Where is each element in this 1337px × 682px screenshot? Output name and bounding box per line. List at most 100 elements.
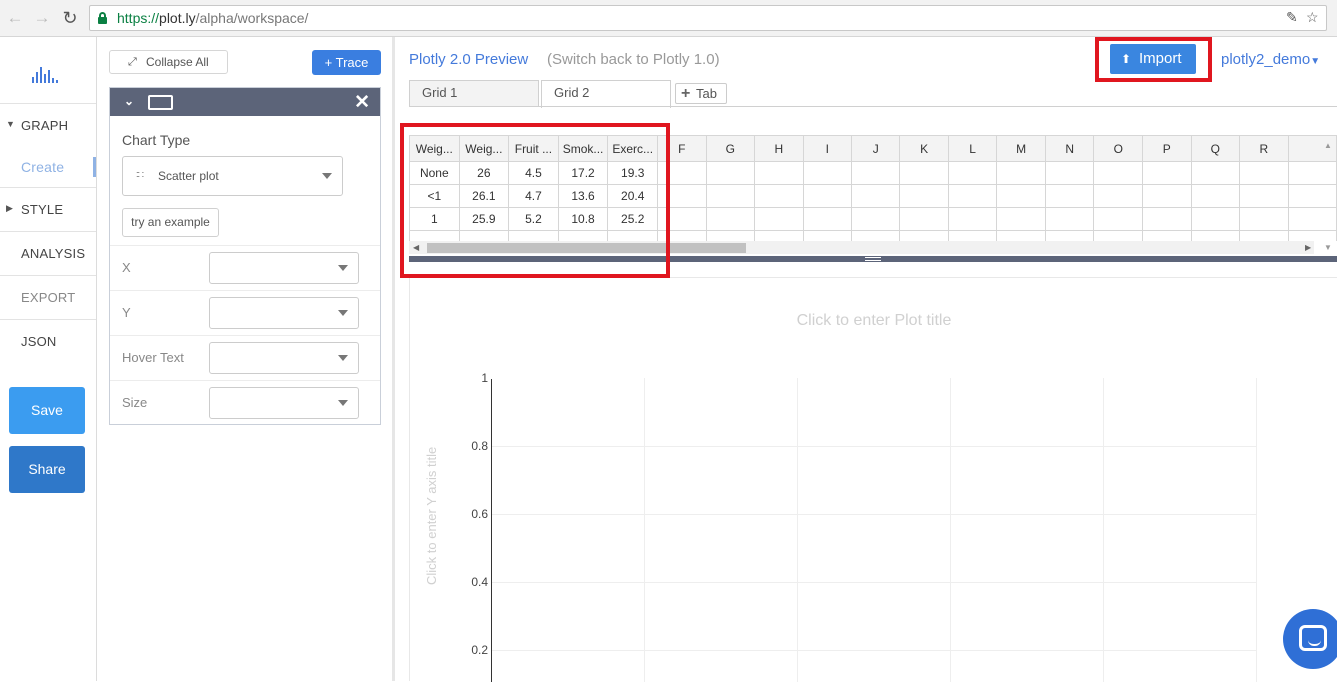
nav-export[interactable]: EXPORT	[0, 275, 96, 319]
address-bar[interactable]: https://plot.ly/alpha/workspace/ ✎ ☆	[89, 5, 1327, 31]
nav-graph[interactable]: ▼ GRAPH	[0, 103, 96, 147]
grid-cell[interactable]	[1287, 230, 1337, 241]
grid-cell[interactable]	[1239, 207, 1289, 231]
grid-cell[interactable]	[1142, 230, 1192, 241]
grid-cell[interactable]	[1239, 184, 1289, 208]
scroll-right-icon[interactable]: ▶	[1305, 241, 1311, 254]
grid-cell[interactable]	[899, 230, 949, 241]
grid-cell[interactable]	[1044, 161, 1095, 185]
nav-analysis[interactable]: ANALYSIS	[0, 231, 96, 275]
switch-back-link[interactable]: (Switch back to Plotly 1.0)	[547, 51, 720, 68]
grid-cell[interactable]	[850, 230, 901, 241]
column-header[interactable]: I	[802, 135, 852, 162]
plot-title-placeholder[interactable]: Click to enter Plot title	[410, 312, 1337, 330]
grid-cell[interactable]	[996, 161, 1046, 185]
plotly-logo-icon[interactable]	[32, 63, 60, 83]
grid-cell[interactable]	[1093, 230, 1144, 241]
nav-json[interactable]: JSON	[0, 319, 96, 363]
reload-icon[interactable]: ↻	[60, 8, 80, 28]
grid-cell[interactable]	[947, 161, 998, 185]
grid-cell[interactable]	[1239, 161, 1289, 185]
grid-cell[interactable]	[705, 184, 756, 208]
grid-cell[interactable]	[850, 207, 901, 231]
chevron-down-icon[interactable]: ⌄	[124, 94, 134, 108]
grid-cell[interactable]	[996, 230, 1046, 241]
grid-cell[interactable]	[1190, 184, 1241, 208]
grid-cell[interactable]	[899, 207, 949, 231]
size-select[interactable]	[209, 387, 359, 419]
plot-area[interactable]: Click to enter Plot title Click to enter…	[409, 277, 1337, 682]
column-header[interactable]: M	[996, 135, 1046, 162]
paint-brush-icon[interactable]: ✎	[1286, 9, 1298, 26]
grid-cell[interactable]	[754, 184, 804, 208]
grid-cell[interactable]	[1142, 184, 1192, 208]
y-axis-title-placeholder[interactable]: Click to enter Y axis title	[424, 447, 439, 585]
tab-grid-1[interactable]: Grid 1	[409, 80, 539, 106]
grid-cell[interactable]	[1287, 161, 1337, 185]
grid-cell[interactable]	[754, 161, 804, 185]
grid-cell[interactable]	[802, 161, 852, 185]
column-header[interactable]: Q	[1190, 135, 1241, 162]
grid-cell[interactable]	[850, 184, 901, 208]
grid-cell[interactable]	[1093, 184, 1144, 208]
grid-cell[interactable]	[1190, 207, 1241, 231]
trace-card-header[interactable]: ⌄ ✕	[110, 88, 380, 116]
grid-cell[interactable]	[754, 207, 804, 231]
nav-style[interactable]: ▶ STYLE	[0, 187, 96, 231]
chat-widget[interactable]	[1283, 609, 1337, 669]
hover-text-select[interactable]	[209, 342, 359, 374]
grid-cell[interactable]	[1044, 184, 1095, 208]
share-button[interactable]: Share	[9, 446, 85, 493]
scroll-up-icon[interactable]: ▲	[1324, 141, 1332, 150]
grid-cell[interactable]	[1093, 161, 1144, 185]
forward-arrow-icon[interactable]: →	[32, 8, 52, 28]
tab-grid-2[interactable]: Grid 2	[541, 80, 671, 108]
back-arrow-icon[interactable]: ←	[5, 8, 25, 28]
grid-cell[interactable]	[802, 230, 852, 241]
column-header[interactable]: G	[705, 135, 756, 162]
y-column-select[interactable]	[209, 297, 359, 329]
column-header[interactable]: K	[899, 135, 949, 162]
grid-cell[interactable]	[947, 230, 998, 241]
scroll-down-icon[interactable]: ▼	[1324, 243, 1332, 252]
grid-cell[interactable]	[850, 161, 901, 185]
star-icon[interactable]: ☆	[1306, 9, 1319, 26]
chart-type-select[interactable]: ∶∷ Scatter plot	[122, 156, 343, 196]
column-header[interactable]: O	[1093, 135, 1144, 162]
try-example-button[interactable]: try an example	[122, 208, 219, 237]
grid-cell[interactable]	[1093, 207, 1144, 231]
grid-cell[interactable]	[1190, 230, 1241, 241]
grid-cell[interactable]	[899, 184, 949, 208]
column-header[interactable]: H	[754, 135, 804, 162]
grid-cell[interactable]	[802, 184, 852, 208]
grid-cell[interactable]	[1142, 161, 1192, 185]
add-trace-button[interactable]: + Trace	[312, 50, 381, 75]
nav-create[interactable]: Create	[0, 145, 96, 189]
grid-cell[interactable]	[1190, 161, 1241, 185]
column-header[interactable]: L	[947, 135, 998, 162]
column-header[interactable]: P	[1142, 135, 1192, 162]
grid-cell[interactable]	[1044, 230, 1095, 241]
grid-cell[interactable]	[947, 207, 998, 231]
x-column-select[interactable]	[209, 252, 359, 284]
grid-cell[interactable]	[705, 161, 756, 185]
column-header[interactable]: N	[1044, 135, 1095, 162]
column-header[interactable]: J	[850, 135, 901, 162]
grid-cell[interactable]	[1142, 207, 1192, 231]
grid-cell[interactable]	[802, 207, 852, 231]
grid-cell[interactable]	[705, 230, 756, 241]
grid-cell[interactable]	[754, 230, 804, 241]
grid-cell[interactable]	[705, 207, 756, 231]
grid-cell[interactable]	[1287, 184, 1337, 208]
grid-cell[interactable]	[996, 184, 1046, 208]
grid-cell[interactable]	[996, 207, 1046, 231]
grid-cell[interactable]	[1239, 230, 1289, 241]
close-icon[interactable]: ✕	[354, 91, 370, 114]
column-header[interactable]: R	[1239, 135, 1289, 162]
save-button[interactable]: Save	[9, 387, 85, 434]
add-tab-button[interactable]: + Tab	[675, 83, 727, 104]
grid-cell[interactable]	[1044, 207, 1095, 231]
user-menu[interactable]: plotly2_demo▼	[1221, 51, 1320, 68]
grid-cell[interactable]	[947, 184, 998, 208]
drag-handle-icon[interactable]	[865, 257, 881, 261]
